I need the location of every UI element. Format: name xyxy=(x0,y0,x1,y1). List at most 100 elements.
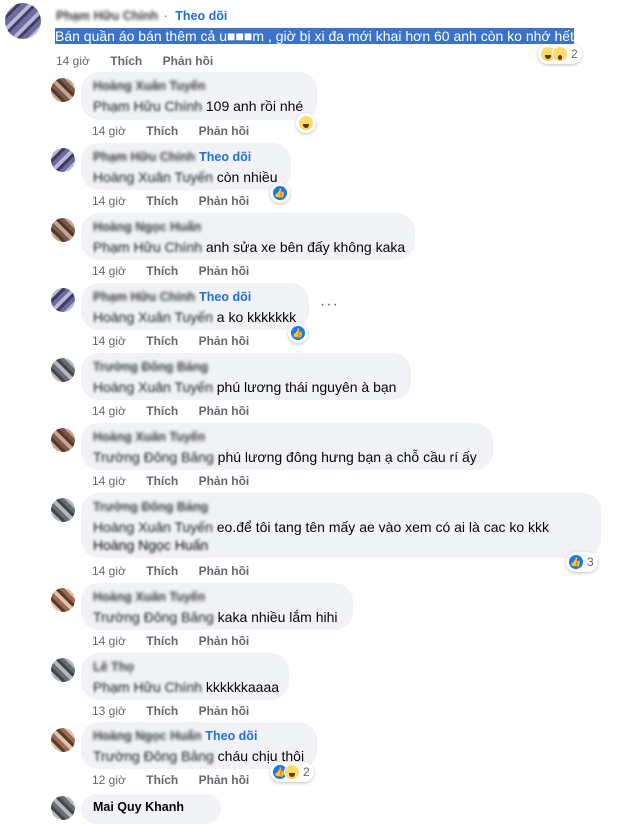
like-button[interactable]: Thích xyxy=(146,634,178,648)
mention-tag[interactable]: Trường Đông Bảng xyxy=(93,748,214,764)
reply-time[interactable]: 14 giờ xyxy=(92,124,126,138)
mention-tag[interactable]: Hoàng Xuân Tuyến xyxy=(93,519,213,535)
haha-icon xyxy=(298,115,314,131)
reply-avatar[interactable] xyxy=(51,728,75,752)
reply-text: phú lương thái nguyên à bạn xyxy=(216,379,397,395)
reply-avatar[interactable] xyxy=(51,796,75,820)
reply-button[interactable]: Phản hồi xyxy=(199,124,250,138)
reply-author[interactable]: Phạm Hữu Chính xyxy=(93,150,195,164)
reply-text: anh sửa xe bên đấy không kaka xyxy=(205,239,406,255)
main-comment-reactions[interactable]: 2 xyxy=(538,44,582,64)
reply-meta: 14 giờ Thích Phản hồi xyxy=(92,124,266,138)
reply-author[interactable]: Hoàng Xuân Tuyến xyxy=(93,430,205,444)
like-button[interactable]: Thích xyxy=(146,564,178,578)
reply-reactions[interactable]: 👍 xyxy=(288,323,308,343)
main-comment-author[interactable]: Phạm Hữu Chính xyxy=(56,9,158,23)
main-comment-avatar[interactable] xyxy=(5,3,41,39)
reply-time[interactable]: 14 giờ xyxy=(92,404,126,418)
haha-icon xyxy=(284,764,300,780)
reaction-count: 2 xyxy=(571,47,578,61)
like-button[interactable]: Thích xyxy=(110,54,142,68)
main-comment-text: Bán quần áo bán thêm cả u■■■m , giờ bị x… xyxy=(55,28,574,44)
like-button[interactable]: Thích xyxy=(146,194,178,208)
reply-author[interactable]: Hoàng Xuân Tuyến xyxy=(93,590,205,604)
reply-author[interactable]: Phạm Hữu Chính xyxy=(93,290,195,304)
like-button[interactable]: Thích xyxy=(146,474,178,488)
reaction-count: 2 xyxy=(303,765,310,779)
reply-reactions[interactable]: 👍 2 xyxy=(270,762,314,782)
like-button[interactable]: Thích xyxy=(146,334,178,348)
reply-reactions[interactable]: 👍 xyxy=(270,183,290,203)
follow-link[interactable]: Theo dõi xyxy=(175,9,227,23)
mention-tag[interactable]: Hoàng Xuân Tuyến xyxy=(93,169,213,185)
reply-button[interactable]: Phản hồi xyxy=(199,194,250,208)
reply-meta: 14 giờ Thích Phản hồi xyxy=(92,264,266,278)
mention-tag[interactable]: Phạm Hữu Chính xyxy=(93,679,202,695)
reply-reactions[interactable] xyxy=(296,113,316,133)
mention-tag[interactable]: Hoàng Xuân Tuyến xyxy=(93,309,213,325)
reply-time[interactable]: 14 giờ xyxy=(92,194,126,208)
main-comment-text-row: Bán quần áo bán thêm cả u■■■m , giờ bị x… xyxy=(55,27,574,45)
more-options-icon[interactable]: ··· xyxy=(320,296,339,314)
reply-reactions[interactable]: 👍 3 xyxy=(566,552,598,572)
reply-author[interactable]: Hoàng Xuân Tuyến xyxy=(93,79,205,93)
reply-bubble: Hoàng Ngọc Huấn Phạm Hữu Chính anh sửa x… xyxy=(81,213,415,260)
like-button[interactable]: Thích xyxy=(146,264,178,278)
reply-author[interactable]: Trường Đông Bảng xyxy=(93,360,208,374)
reply-time[interactable]: 14 giờ xyxy=(92,634,126,648)
comment-time[interactable]: 14 giờ xyxy=(56,54,90,68)
like-button[interactable]: Thích xyxy=(146,704,178,718)
reply-meta: 14 giờ Thích Phản hồi xyxy=(92,564,266,578)
mention-tag[interactable]: Trường Đông Bảng xyxy=(93,609,214,625)
separator-dot: · xyxy=(163,9,168,23)
reply-button[interactable]: Phản hồi xyxy=(199,474,250,488)
reaction-count: 3 xyxy=(587,555,594,569)
reply-avatar[interactable] xyxy=(51,588,75,612)
reply-meta: 12 giờ Thích Phản hồi xyxy=(92,773,266,787)
reply-author[interactable]: Mai Quy Khanh xyxy=(93,800,184,814)
reply-button[interactable]: Phản hồi xyxy=(199,704,250,718)
reply-button[interactable]: Phản hồi xyxy=(199,334,250,348)
reply-text: eo.để tôi tang tên mấy ae vào xem có ai … xyxy=(216,519,550,535)
reply-avatar[interactable] xyxy=(51,288,75,312)
reply-button[interactable]: Phản hồi xyxy=(163,54,214,68)
reply-author[interactable]: Lê Thọ xyxy=(93,660,134,674)
reply-time[interactable]: 14 giờ xyxy=(92,474,126,488)
reply-time[interactable]: 14 giờ xyxy=(92,564,126,578)
follow-link[interactable]: Theo dõi xyxy=(205,729,257,743)
like-button[interactable]: Thích xyxy=(146,124,178,138)
reply-avatar[interactable] xyxy=(51,658,75,682)
reply-avatar[interactable] xyxy=(51,148,75,172)
reply-text: kaka nhiều lắm hihi xyxy=(217,609,338,625)
mention-tag[interactable]: Hoàng Xuân Tuyến xyxy=(93,379,213,395)
reply-button[interactable]: Phản hồi xyxy=(199,404,250,418)
reply-author[interactable]: Hoàng Ngọc Huấn xyxy=(93,220,201,234)
reply-author[interactable]: Hoàng Ngọc Huấn xyxy=(93,729,201,743)
reply-button[interactable]: Phản hồi xyxy=(199,773,250,787)
reply-author[interactable]: Trường Đông Bảng xyxy=(93,500,208,514)
mention-tag[interactable]: Trường Đông Bảng xyxy=(93,449,214,465)
reply-avatar[interactable] xyxy=(51,78,75,102)
reply-time[interactable]: 14 giờ xyxy=(92,334,126,348)
reply-avatar[interactable] xyxy=(51,218,75,242)
reply-time[interactable]: 13 giờ xyxy=(92,704,126,718)
reply-text: 109 anh rồi nhé xyxy=(205,98,304,114)
reply-button[interactable]: Phản hồi xyxy=(199,634,250,648)
reply-button[interactable]: Phản hồi xyxy=(199,564,250,578)
mention-tag[interactable]: Phạm Hữu Chính xyxy=(93,239,202,255)
like-button[interactable]: Thích xyxy=(146,404,178,418)
follow-link[interactable]: Theo dõi xyxy=(199,290,251,304)
reply-bubble: Trường Đông Bảng Hoàng Xuân Tuyến phú lư… xyxy=(81,353,411,400)
reply-time[interactable]: 14 giờ xyxy=(92,264,126,278)
reply-time[interactable]: 12 giờ xyxy=(92,773,126,787)
reply-avatar[interactable] xyxy=(51,428,75,452)
reply-avatar[interactable] xyxy=(51,358,75,382)
reply-button[interactable]: Phản hồi xyxy=(199,264,250,278)
reply-avatar[interactable] xyxy=(51,498,75,522)
like-button[interactable]: Thích xyxy=(146,773,178,787)
reply-meta: 13 giờ Thích Phản hồi xyxy=(92,704,266,718)
follow-link[interactable]: Theo dõi xyxy=(199,150,251,164)
mention-tag[interactable]: Phạm Hữu Chính xyxy=(93,98,202,114)
mention-tag[interactable]: Hoàng Ngọc Huấn xyxy=(93,537,208,553)
like-reaction-icon: 👍 xyxy=(272,185,288,201)
